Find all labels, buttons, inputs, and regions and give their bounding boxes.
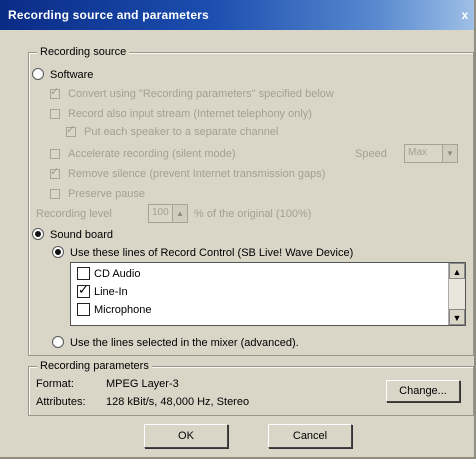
recording-source-legend: Recording source [37, 46, 130, 58]
remove-silence-check-icon[interactable]: ✓ [50, 166, 60, 179]
software-radio[interactable]: Software [32, 68, 93, 81]
separate-channel-checkbox[interactable]: ✓ Put each speaker to a separate channel [66, 124, 279, 138]
attributes-value: 128 kBit/s, 48,000 Hz, Stereo [106, 396, 250, 408]
recording-level-label: Recording level [36, 208, 112, 220]
remove-silence-checkbox[interactable]: ✓ Remove silence (prevent Internet transm… [50, 166, 326, 180]
window-title: Recording source and parameters [8, 8, 209, 22]
line-in-label: Line-In [94, 286, 128, 298]
accelerate-check-icon[interactable] [50, 149, 60, 159]
sound-board-label: Sound board [50, 229, 113, 241]
change-button[interactable]: Change... [386, 380, 460, 402]
use-mixer-label: Use the lines selected in the mixer (adv… [70, 337, 299, 349]
list-item[interactable]: ✓ Line-In [77, 283, 128, 301]
dialog-window: Recording source and parameters x Record… [0, 0, 476, 459]
attributes-label: Attributes: [36, 396, 86, 408]
list-scrollbar[interactable]: ▲ ▼ [448, 263, 465, 325]
scroll-down-icon[interactable]: ▼ [449, 309, 465, 325]
cd-audio-label: CD Audio [94, 268, 141, 280]
sound-board-radio[interactable]: Sound board [32, 228, 113, 241]
use-lines-label: Use these lines of Record Control (SB Li… [70, 247, 354, 259]
title-bar[interactable]: Recording source and parameters x [0, 0, 474, 30]
recording-level-spin[interactable]: 100 ▲ [148, 204, 188, 223]
list-item[interactable]: CD Audio [77, 265, 140, 283]
preserve-pause-check-icon[interactable] [50, 189, 60, 199]
microphone-checkbox[interactable] [77, 303, 90, 316]
convert-label: Convert using "Recording parameters" spe… [68, 88, 334, 100]
use-mixer-radio-icon[interactable] [52, 336, 64, 348]
accelerate-label: Accelerate recording (silent mode) [68, 148, 236, 160]
sound-board-radio-icon[interactable] [32, 228, 44, 240]
speed-label: Speed [355, 148, 387, 160]
spin-icon[interactable]: ▲ [172, 205, 187, 222]
recording-level-value: 100 [152, 207, 169, 218]
record-input-checkbox[interactable]: Record also input stream (Internet telep… [50, 108, 312, 120]
cancel-button[interactable]: Cancel [268, 424, 352, 448]
recording-parameters-legend: Recording parameters [37, 360, 152, 372]
separate-channel-label: Put each speaker to a separate channel [84, 126, 279, 138]
microphone-label: Microphone [94, 304, 152, 316]
speed-value: Max [408, 147, 427, 158]
list-item[interactable]: Microphone [77, 301, 151, 319]
software-label: Software [50, 69, 94, 81]
use-lines-radio-icon[interactable] [52, 246, 64, 258]
software-radio-icon[interactable] [32, 68, 44, 80]
ok-button[interactable]: OK [144, 424, 228, 448]
preserve-pause-checkbox[interactable]: Preserve pause [50, 188, 145, 200]
scroll-up-icon[interactable]: ▲ [449, 263, 465, 279]
speed-select[interactable]: Max ▼ [404, 144, 458, 163]
chevron-down-icon[interactable]: ▼ [442, 145, 457, 162]
format-label: Format: [36, 378, 74, 390]
line-in-checkbox[interactable]: ✓ [77, 283, 90, 298]
use-lines-radio[interactable]: Use these lines of Record Control (SB Li… [52, 246, 353, 259]
preserve-pause-label: Preserve pause [68, 188, 146, 200]
accelerate-checkbox[interactable]: Accelerate recording (silent mode) [50, 148, 236, 160]
use-mixer-radio[interactable]: Use the lines selected in the mixer (adv… [52, 336, 299, 349]
convert-check-icon[interactable]: ✓ [50, 86, 60, 99]
record-input-check-icon[interactable] [50, 109, 60, 119]
cd-audio-checkbox[interactable] [77, 267, 90, 280]
recording-level-suffix: % of the original (100%) [194, 208, 312, 220]
remove-silence-label: Remove silence (prevent Internet transmi… [68, 168, 326, 180]
format-value: MPEG Layer-3 [106, 378, 179, 390]
close-icon[interactable]: x [458, 8, 472, 22]
record-lines-list[interactable]: CD Audio ✓ Line-In Microphone ▲ ▼ [70, 262, 466, 326]
convert-checkbox[interactable]: ✓ Convert using "Recording parameters" sp… [50, 86, 334, 100]
record-input-label: Record also input stream (Internet telep… [68, 108, 312, 120]
separate-channel-check-icon[interactable]: ✓ [66, 124, 76, 137]
